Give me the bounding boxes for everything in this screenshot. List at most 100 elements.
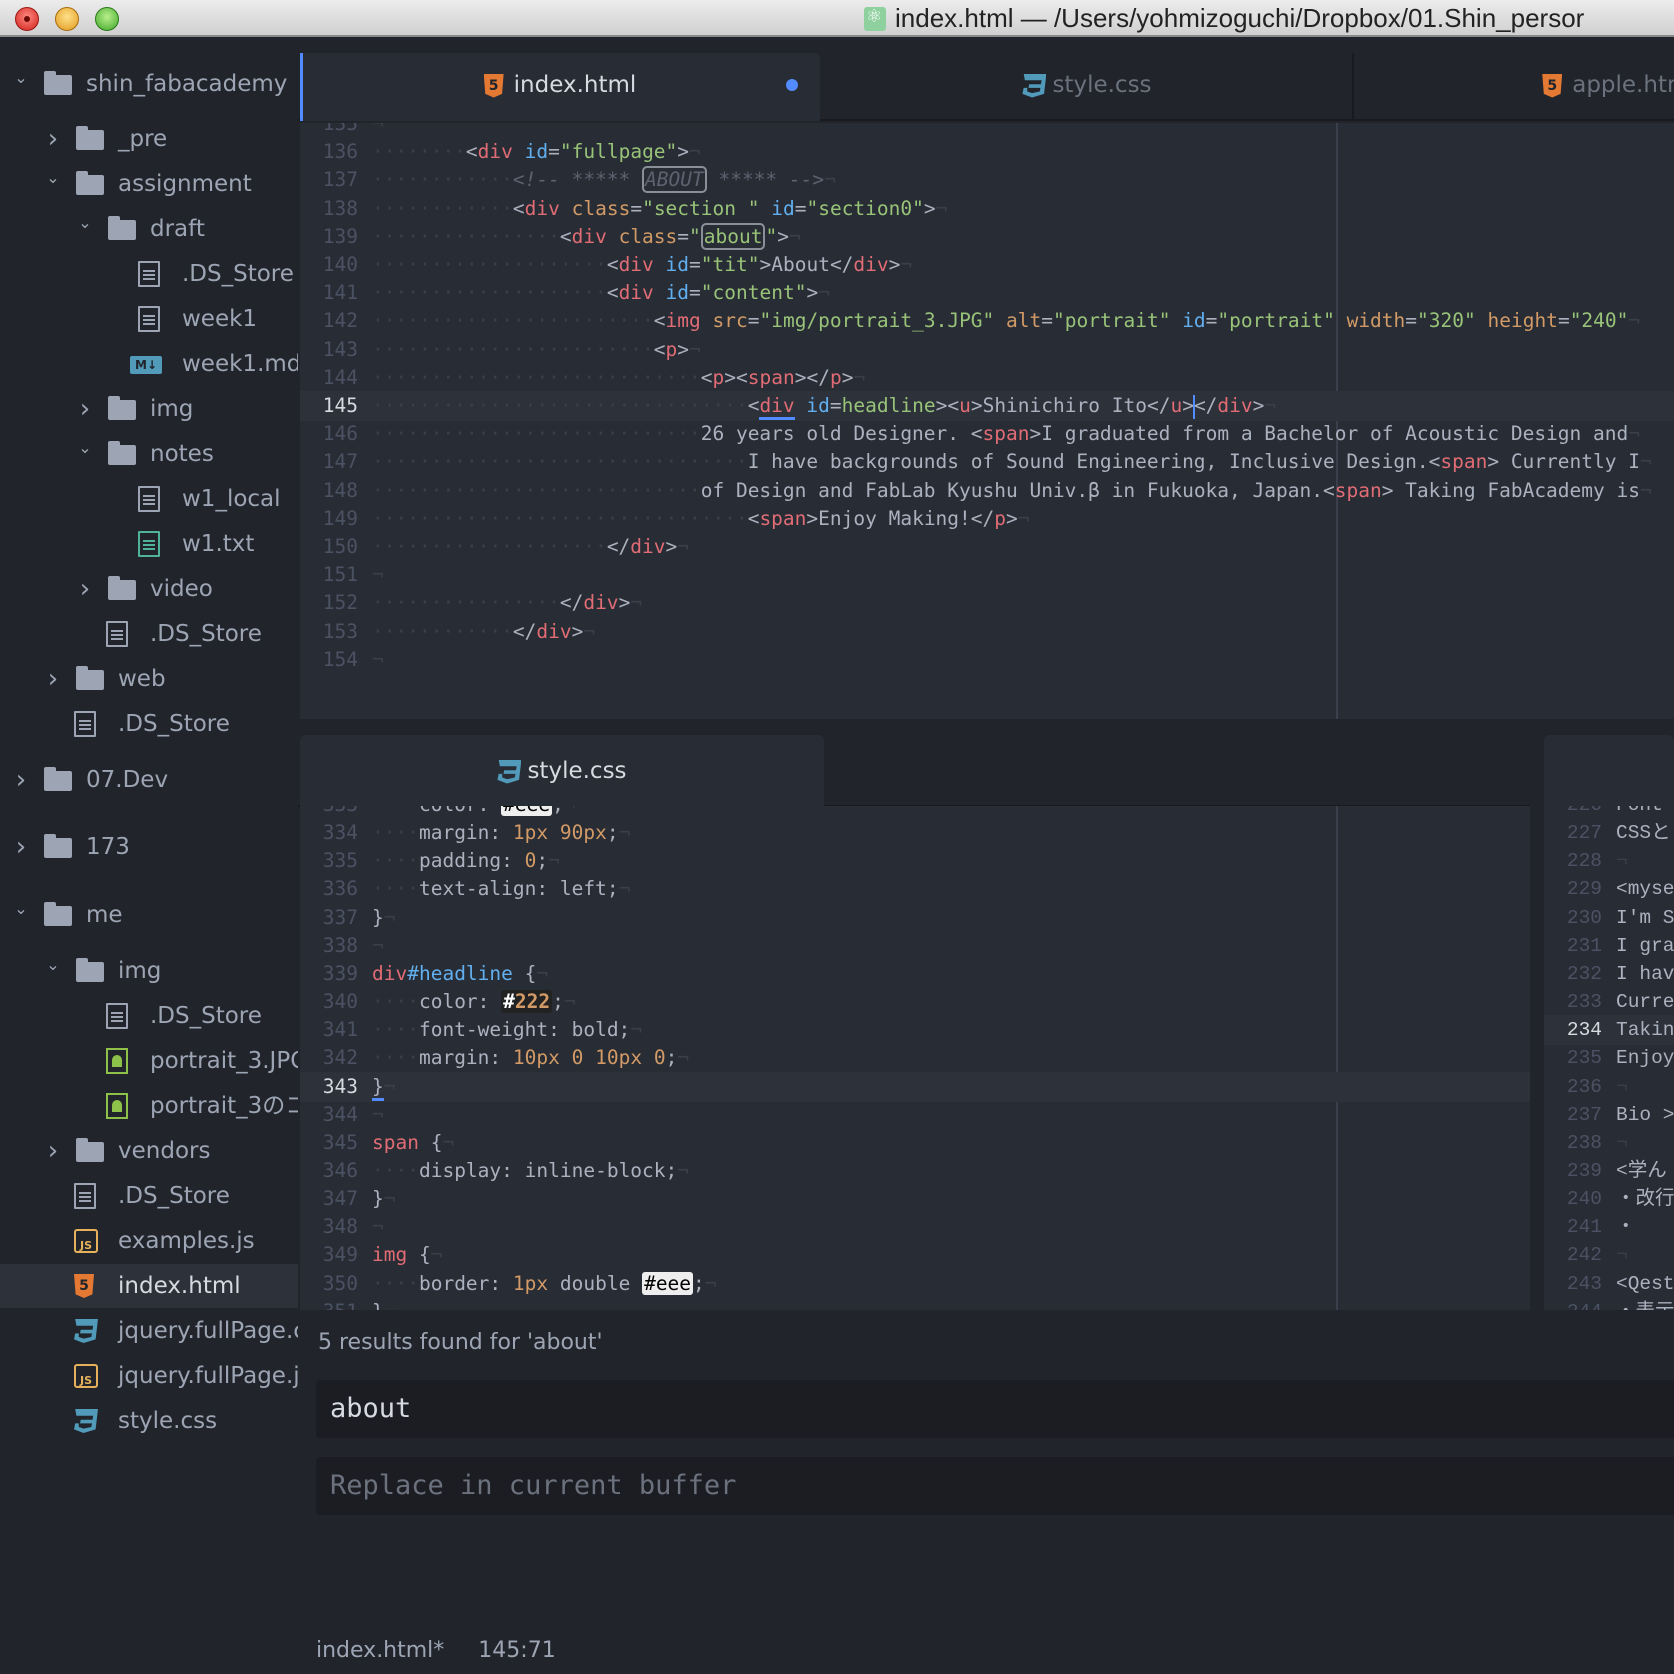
code-line[interactable]: 141 ····················<div id="content"… (300, 278, 1674, 308)
code-line[interactable]: 337}¬ (300, 903, 1530, 933)
code-line[interactable]: 348 ¬ (300, 1212, 1530, 1242)
tab-index-html[interactable]: 5 index.html (300, 53, 820, 121)
code-line[interactable]: 152 ················</div>¬ (300, 588, 1674, 618)
pane-divider[interactable] (1530, 721, 1544, 1396)
code-line[interactable]: 342 ····margin: 10px 0 10px 0;¬ (300, 1043, 1530, 1073)
tree-file[interactable]: JS examples.js (0, 1219, 298, 1263)
tree-folder[interactable]: ⌄ notes (0, 432, 298, 476)
code-line[interactable]: 138 ············<div class="section " id=… (300, 194, 1674, 224)
code-line[interactable]: 241 ・ (1544, 1212, 1674, 1242)
code-line[interactable]: 344 ¬ (300, 1100, 1530, 1130)
chevron-right-icon[interactable]: › (44, 117, 62, 161)
replace-input[interactable] (316, 1457, 1674, 1515)
code-line[interactable]: 336 ····text-align: left;¬ (300, 874, 1530, 904)
css-editor[interactable]: 333····color: #eee;¬334····margin: 1px 9… (300, 806, 1530, 1396)
tab-style-css[interactable]: style.css (300, 735, 824, 807)
code-line[interactable]: 242 ¬ (1544, 1240, 1674, 1270)
code-line[interactable]: 153 ············</div>¬ (300, 617, 1674, 647)
tree-folder[interactable]: › video (0, 567, 298, 611)
find-input[interactable] (316, 1380, 1674, 1438)
tree-folder[interactable]: ⌄ img (0, 949, 298, 993)
code-line[interactable]: 231 I gra (1544, 931, 1674, 961)
tree-file[interactable]: portrait_3.JPG (0, 1039, 298, 1083)
tree-folder[interactable]: › _pre (0, 117, 298, 161)
code-line[interactable]: 339 div#headline {¬ (300, 959, 1530, 989)
tab-style-css[interactable]: style.css (822, 53, 1352, 121)
tree-file[interactable]: w1.txt (0, 522, 298, 566)
tree-file[interactable]: .DS_Store (0, 612, 298, 656)
html-editor[interactable]: 135 ¬ 136 ········<div id="fullpage">¬ 137 ··… (300, 123, 1674, 719)
chevron-right-icon[interactable]: › (12, 758, 30, 802)
code-line[interactable]: 235 Enjoy (1544, 1043, 1674, 1073)
chevron-down-icon[interactable]: ⌄ (44, 156, 62, 200)
code-line[interactable]: 236 ¬ (1544, 1072, 1674, 1102)
close-window-button[interactable] (15, 7, 39, 31)
tree-file[interactable]: .DS_Store (0, 702, 298, 746)
code-line[interactable]: 149 ································<span… (300, 504, 1674, 534)
tree-folder[interactable]: › 173 (0, 825, 298, 869)
code-line[interactable]: 144 ····························<p><span>… (300, 363, 1674, 393)
code-line[interactable]: 347}¬ (300, 1184, 1530, 1214)
tree-file[interactable]: JS jquery.fullPage.js (0, 1354, 298, 1398)
chevron-right-icon[interactable]: › (76, 567, 94, 611)
code-line[interactable]: 335 ····padding: 0;¬ (300, 846, 1530, 876)
code-line[interactable]: 343}¬ (300, 1071, 1530, 1102)
tree-file[interactable]: week1 (0, 297, 298, 341)
tab-apple-html[interactable]: 5 apple.html (1354, 53, 1674, 121)
code-line[interactable]: 338 ¬ (300, 931, 1530, 961)
code-line[interactable]: 228 ¬ (1544, 846, 1674, 876)
code-line[interactable]: 227 CSSと (1544, 818, 1674, 848)
code-line[interactable]: 140 ····················<div id="tit">Abo… (300, 250, 1674, 280)
code-line[interactable]: 243 <Qest (1544, 1269, 1674, 1299)
tree-file[interactable]: .DS_Store (0, 252, 298, 296)
code-line[interactable]: 234 Takin (1544, 1015, 1674, 1046)
tree-folder[interactable]: ⌄ shin_fabacademy (0, 62, 298, 106)
tab-notes[interactable] (1544, 735, 1674, 807)
code-line[interactable]: 350 ····border: 1px double #eee ;¬ (300, 1269, 1530, 1299)
code-line[interactable]: 147 ································I hav… (300, 447, 1674, 477)
tree-folder[interactable]: ⌄ me (0, 893, 298, 937)
tree-folder[interactable]: ⌄ draft (0, 207, 298, 251)
code-line[interactable]: 143 ························<p>¬ (300, 335, 1674, 365)
tree-file[interactable]: .DS_Store (0, 1174, 298, 1218)
code-line[interactable]: 238 ¬ (1544, 1128, 1674, 1158)
tree-file[interactable]: M↓ week1.md (0, 342, 298, 386)
code-line[interactable]: 239 <学ん (1544, 1156, 1674, 1186)
code-line[interactable]: 349 img {¬ (300, 1240, 1530, 1270)
chevron-down-icon[interactable]: ⌄ (44, 943, 62, 987)
chevron-down-icon[interactable]: ⌄ (76, 201, 94, 245)
code-line[interactable]: 345 span {¬ (300, 1128, 1530, 1158)
tree-folder[interactable]: › vendors (0, 1129, 298, 1173)
code-line[interactable]: 148 ····························of Design… (300, 476, 1674, 506)
code-line[interactable]: 240 ・改行 (1544, 1184, 1674, 1214)
chevron-down-icon[interactable]: ⌄ (12, 887, 30, 931)
tree-file[interactable]: style.css (0, 1399, 298, 1443)
code-line[interactable]: 146 ····························26 years … (300, 419, 1674, 449)
code-line[interactable]: 154 ¬ (300, 645, 1674, 675)
chevron-right-icon[interactable]: › (76, 387, 94, 431)
code-line[interactable]: 230 I'm S (1544, 903, 1674, 933)
tree-folder[interactable]: › web (0, 657, 298, 701)
code-line[interactable]: 142 ························<img src="img… (300, 306, 1674, 336)
chevron-down-icon[interactable]: ⌄ (76, 426, 94, 470)
tree-folder[interactable]: ⌄ assignment (0, 162, 298, 206)
code-line[interactable]: 334 ····margin: 1px 90px;¬ (300, 818, 1530, 848)
chevron-down-icon[interactable]: ⌄ (12, 56, 30, 100)
tree-file[interactable]: .DS_Store (0, 994, 298, 1038)
code-line[interactable]: 145 ································<div … (300, 391, 1674, 421)
chevron-right-icon[interactable]: › (12, 825, 30, 869)
code-line[interactable]: 232 I hav (1544, 959, 1674, 989)
code-line[interactable]: 341 ····font-weight: bold;¬ (300, 1015, 1530, 1045)
tree-folder[interactable]: › 07.Dev (0, 758, 298, 802)
tree-file[interactable]: jquery.fullPage.css (0, 1309, 298, 1353)
code-line[interactable]: 233 Curre (1544, 987, 1674, 1017)
tree-file[interactable]: portrait_3のコピー (0, 1084, 298, 1128)
zoom-window-button[interactable] (95, 7, 119, 31)
code-line[interactable]: 229 <myse (1544, 874, 1674, 904)
status-cursor-position[interactable]: 145:71 (478, 1638, 555, 1663)
code-line[interactable]: 137 ············<!-- ***** ABOUT ***** --… (300, 165, 1674, 195)
tree-file[interactable]: w1_local (0, 477, 298, 521)
code-line[interactable]: 346 ····display: inline-block;¬ (300, 1156, 1530, 1186)
tree-file[interactable]: 5 index.html (0, 1264, 298, 1308)
code-line[interactable]: 150 ····················</div>¬ (300, 532, 1674, 562)
